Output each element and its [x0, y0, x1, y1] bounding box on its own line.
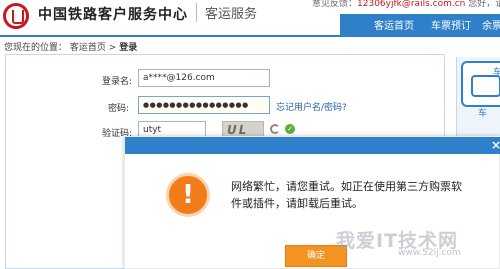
side-panel-label: 车 — [478, 109, 488, 119]
greeting-text: 您好，请 — [468, 0, 500, 9]
username-field[interactable]: a****@126.com — [138, 69, 270, 87]
breadcrumb-separator: > — [108, 43, 117, 53]
watermark-url: www.52ij.com — [398, 248, 461, 258]
header-divider — [0, 35, 500, 37]
station-card[interactable]: 车站 — [461, 61, 500, 107]
password-label: 密码: — [108, 104, 130, 114]
breadcrumb-home-link[interactable]: 客运首页 — [70, 43, 106, 53]
warning-icon: ! — [166, 173, 210, 217]
username-label: 登录名: — [102, 77, 133, 87]
nav-item-home[interactable]: 客运首页 — [374, 17, 414, 32]
nav-item-tickets[interactable]: 车票预订 — [431, 17, 471, 32]
watermark: 我爱IT技术网 www.52ij.com — [336, 226, 500, 269]
breadcrumb-prefix: 您现在的位置： — [4, 43, 68, 53]
captcha-image-text: UL — [227, 123, 249, 137]
forgot-password-link[interactable]: 忘记用户名/密码? — [276, 100, 347, 113]
check-icon: ✓ — [285, 124, 295, 134]
breadcrumb: 您现在的位置： 客运首页 > 登录 — [4, 40, 137, 53]
dialog-message: 网络繁忙，请您重试。如正在使用第三方购票软件或插件，请卸载后重试。 — [231, 180, 462, 210]
close-icon[interactable]: × — [491, 138, 500, 152]
breadcrumb-current: 登录 — [119, 43, 138, 53]
exclamation-mark-icon: ! — [182, 180, 194, 210]
station-card-label: 车站 — [493, 68, 500, 78]
nav-item-remaining[interactable]: 余票 — [482, 17, 500, 32]
top-links: 意见反馈：12306yjfk@rails.com.cn 您好，请登录 — [312, 0, 500, 9]
refresh-icon[interactable] — [270, 124, 280, 134]
dialog-header: × — [125, 137, 500, 154]
nav-bar: 客运首页 车票预订 余票 — [340, 14, 500, 35]
feedback-label: 意见反馈： — [312, 0, 358, 9]
main-nav: 客运首页 车票预订 余票 — [0, 14, 500, 35]
password-field[interactable]: ●●●●●●●●●●●●●●●● — [138, 96, 270, 114]
feedback-email-link[interactable]: 12306yjfk@rails.com.cn — [357, 0, 465, 9]
